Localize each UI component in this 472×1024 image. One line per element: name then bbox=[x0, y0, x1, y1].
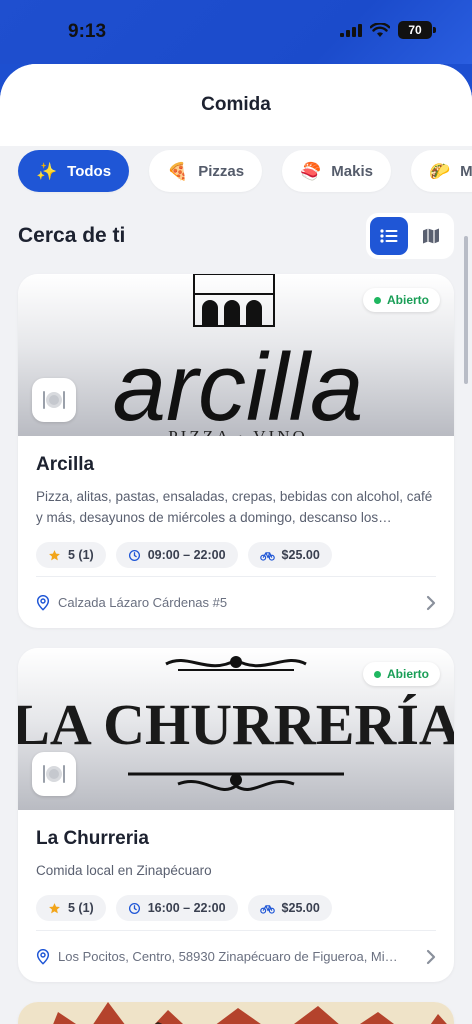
restaurant-address: Los Pocitos, Centro, 58930 Zinapécuaro d… bbox=[58, 949, 398, 964]
sheet-header: Comida bbox=[0, 64, 472, 146]
restaurant-tags: 5 (1) 09:00 – 22:00 $25.00 bbox=[36, 542, 436, 568]
page-title: Comida bbox=[201, 94, 271, 115]
restaurant-banner-illustration bbox=[18, 1002, 454, 1024]
clock-icon bbox=[128, 902, 140, 914]
status-label: Abierto bbox=[387, 667, 429, 681]
location-pin-icon bbox=[36, 594, 50, 611]
bike-icon bbox=[259, 551, 275, 561]
cellular-signal-icon bbox=[340, 23, 362, 37]
status-bar: 9:13 70 bbox=[0, 0, 472, 64]
battery-indicator: 70 bbox=[398, 21, 436, 39]
restaurant-avatar bbox=[32, 378, 76, 422]
hours-tag: 09:00 – 22:00 bbox=[115, 542, 238, 568]
pizza-icon: 🍕 bbox=[167, 161, 189, 181]
hours-value: 09:00 – 22:00 bbox=[147, 548, 226, 562]
address-row[interactable]: Calzada Lázaro Cárdenas #5 bbox=[36, 576, 436, 628]
delivery-tag: $25.00 bbox=[247, 542, 332, 568]
plate-cutlery-icon bbox=[43, 391, 65, 409]
plate-cutlery-icon bbox=[43, 765, 65, 783]
status-time: 9:13 bbox=[68, 21, 107, 42]
chip-label: Makis bbox=[331, 162, 373, 180]
wifi-icon bbox=[370, 22, 390, 37]
food-sheet: Comida ✨ Todos 🍕 Pizzas 🍣 Makis 🌮 M Cerc… bbox=[0, 64, 472, 1024]
location-pin-icon bbox=[36, 948, 50, 965]
scroll-indicator bbox=[464, 236, 468, 384]
restaurant-avatar bbox=[32, 752, 76, 796]
map-icon bbox=[423, 228, 439, 244]
delivery-fee: $25.00 bbox=[281, 548, 320, 562]
view-toggle bbox=[366, 213, 454, 259]
banner-subtitle: PIZZA · VINO bbox=[168, 427, 308, 436]
rating-tag: 5 (1) bbox=[36, 895, 106, 921]
restaurant-tags: 5 (1) 16:00 – 22:00 $25.00 bbox=[36, 895, 436, 921]
sushi-icon: 🍣 bbox=[300, 161, 322, 181]
delivery-fee: $25.00 bbox=[281, 901, 320, 915]
chip-makis[interactable]: 🍣 Makis bbox=[282, 150, 391, 192]
restaurant-name: La Churreria bbox=[36, 828, 149, 849]
restaurant-description: Comida local en Zinapécuaro bbox=[36, 863, 212, 878]
status-badge: Abierto bbox=[363, 662, 440, 686]
chip-label: Todos bbox=[67, 162, 112, 180]
map-view-button[interactable] bbox=[412, 217, 450, 255]
chevron-right-icon bbox=[426, 949, 436, 964]
banner-title: LA CHURRERÍA bbox=[18, 692, 454, 757]
taco-icon: 🌮 bbox=[428, 161, 451, 181]
restaurant-card-partial[interactable] bbox=[18, 1002, 454, 1024]
chip-label: Pizzas bbox=[198, 162, 245, 180]
restaurant-banner: arcilla PIZZA · VINO Abierto bbox=[18, 274, 454, 436]
rating-value: 5 (1) bbox=[68, 901, 94, 915]
star-icon bbox=[49, 902, 60, 913]
restaurant-name: Arcilla bbox=[36, 454, 95, 475]
clock-icon bbox=[128, 549, 140, 561]
star-icon bbox=[49, 549, 60, 560]
chip-pizzas[interactable]: 🍕 Pizzas bbox=[149, 150, 263, 192]
category-chips: ✨ Todos 🍕 Pizzas 🍣 Makis 🌮 M bbox=[18, 150, 472, 192]
section-header: Cerca de ti bbox=[18, 212, 454, 260]
status-label: Abierto bbox=[387, 293, 429, 307]
open-dot-icon bbox=[374, 670, 381, 678]
bike-icon bbox=[259, 904, 275, 914]
rating-value: 5 (1) bbox=[68, 548, 94, 562]
status-badge: Abierto bbox=[363, 288, 440, 312]
restaurant-banner: LA CHURRERÍA Abierto bbox=[18, 648, 454, 810]
chip-more[interactable]: 🌮 M bbox=[410, 150, 472, 192]
restaurant-card-arcilla[interactable]: arcilla PIZZA · VINO Abierto Arcilla Piz… bbox=[18, 274, 454, 628]
chip-label: M bbox=[460, 162, 472, 180]
hours-value: 16:00 – 22:00 bbox=[147, 901, 226, 915]
restaurant-address: Calzada Lázaro Cárdenas #5 bbox=[58, 595, 228, 610]
restaurant-card-la-churreria[interactable]: LA CHURRERÍA Abierto La Churreria Comida… bbox=[18, 648, 454, 982]
list-icon bbox=[380, 229, 398, 243]
chip-todos[interactable]: ✨ Todos bbox=[18, 150, 130, 192]
rating-tag: 5 (1) bbox=[36, 542, 106, 568]
banner-title: arcilla bbox=[113, 334, 364, 436]
delivery-tag: $25.00 bbox=[247, 895, 332, 921]
section-title: Cerca de ti bbox=[18, 224, 126, 247]
sparkles-icon: ✨ bbox=[36, 161, 58, 181]
chevron-right-icon bbox=[426, 595, 436, 610]
hours-tag: 16:00 – 22:00 bbox=[115, 895, 238, 921]
address-row[interactable]: Los Pocitos, Centro, 58930 Zinapécuaro d… bbox=[36, 930, 436, 982]
list-view-button[interactable] bbox=[370, 217, 408, 255]
battery-level: 70 bbox=[408, 23, 422, 37]
status-icons: 70 bbox=[340, 21, 436, 39]
restaurant-description: Pizza, alitas, pastas, ensaladas, crepas… bbox=[36, 489, 433, 525]
open-dot-icon bbox=[374, 296, 381, 304]
